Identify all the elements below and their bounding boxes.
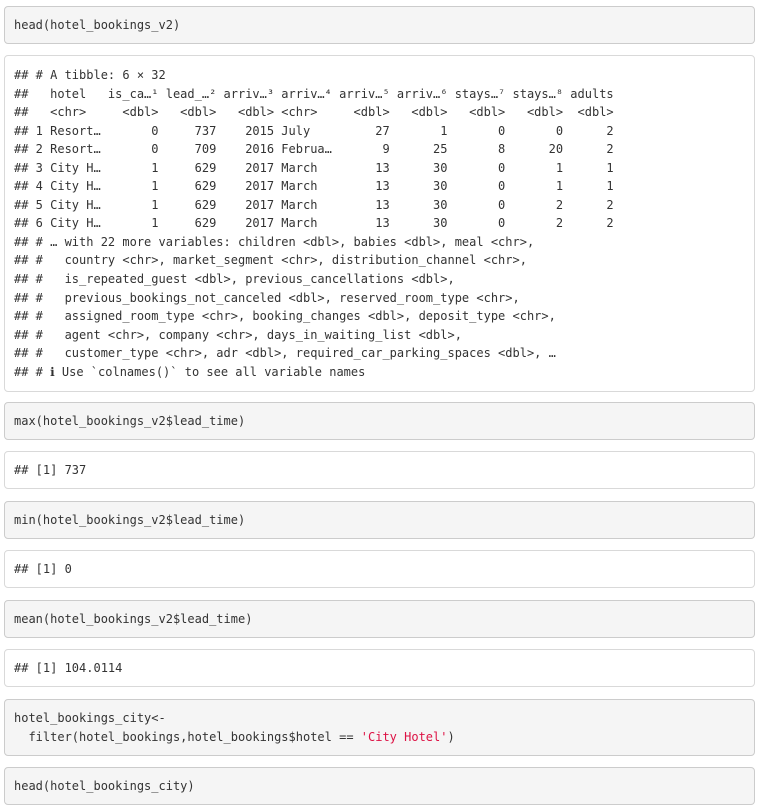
output-line: ## 6 City H… 1 629 2017 March 13 30 0 2 … — [14, 216, 614, 231]
output-line: ## # country <chr>, market_segment <chr>… — [14, 253, 527, 268]
output-chunk-tibble: ## # A tibble: 6 × 32 ## hotel is_ca…¹ le… — [4, 55, 755, 392]
output-line: ## 4 City H… 1 629 2017 March 13 30 0 1 … — [14, 179, 614, 194]
code-line: max(hotel_bookings_v2$lead_time) — [14, 414, 246, 428]
output-line: ## # previous_bookings_not_canceled <dbl… — [14, 290, 520, 305]
code-chunk-max[interactable]: max(hotel_bookings_v2$lead_time) — [4, 402, 755, 440]
code-chunk-min[interactable]: min(hotel_bookings_v2$lead_time) — [4, 501, 755, 539]
code-line-filter: filter(hotel_bookings,hotel_bookings$hot… — [14, 728, 745, 747]
code-line: head(hotel_bookings_city) — [14, 779, 195, 793]
output-chunk-min: ## [1] 0 — [4, 550, 755, 588]
code-text: ) — [447, 729, 455, 744]
output-chunk-max: ## [1] 737 — [4, 451, 755, 489]
output-line: ## [1] 104.0114 — [14, 661, 123, 675]
output-line: ## 2 Resort… 0 709 2016 Februa… 9 25 8 2… — [14, 142, 614, 157]
output-line: ## # is_repeated_guest <dbl>, previous_c… — [14, 272, 455, 287]
output-line: ## 3 City H… 1 629 2017 March 13 30 0 1 … — [14, 160, 614, 175]
output-line: ## <chr> <dbl> <dbl> <dbl> <chr> <dbl> <… — [14, 105, 614, 120]
output-line: ## # … with 22 more variables: children … — [14, 234, 535, 249]
code-line: head(hotel_bookings_v2) — [14, 18, 181, 32]
output-line: ## [1] 0 — [14, 562, 72, 576]
output-line: ## hotel is_ca…¹ lead_…² arriv…³ arriv…⁴… — [14, 86, 614, 101]
code-line: mean(hotel_bookings_v2$lead_time) — [14, 612, 253, 626]
output-line: ## # agent <chr>, company <chr>, days_in… — [14, 327, 462, 342]
string-literal: 'City Hotel' — [360, 729, 448, 744]
code-chunk-head-v2[interactable]: head(hotel_bookings_v2) — [4, 6, 755, 44]
code-text: filter(hotel_bookings,hotel_bookings$hot… — [14, 729, 361, 744]
code-chunk-filter[interactable]: hotel_bookings_city<- filter(hotel_booki… — [4, 699, 755, 756]
output-line: ## [1] 737 — [14, 463, 87, 477]
code-chunk-mean[interactable]: mean(hotel_bookings_v2$lead_time) — [4, 600, 755, 638]
code-line: hotel_bookings_city<- — [14, 711, 166, 725]
code-chunk-head-city[interactable]: head(hotel_bookings_city) — [4, 767, 755, 805]
output-line: ## # customer_type <chr>, adr <dbl>, req… — [14, 346, 556, 361]
output-line: ## 5 City H… 1 629 2017 March 13 30 0 2 … — [14, 197, 614, 212]
output-line: ## # assigned_room_type <chr>, booking_c… — [14, 309, 556, 324]
output-chunk-mean: ## [1] 104.0114 — [4, 649, 755, 687]
output-line: ## # A tibble: 6 × 32 — [14, 68, 166, 82]
output-line: ## # ℹ Use `colnames()` to see all varia… — [14, 364, 366, 379]
code-line: min(hotel_bookings_v2$lead_time) — [14, 513, 246, 527]
output-line: ## 1 Resort… 0 737 2015 July 27 1 0 0 2 — [14, 123, 614, 138]
